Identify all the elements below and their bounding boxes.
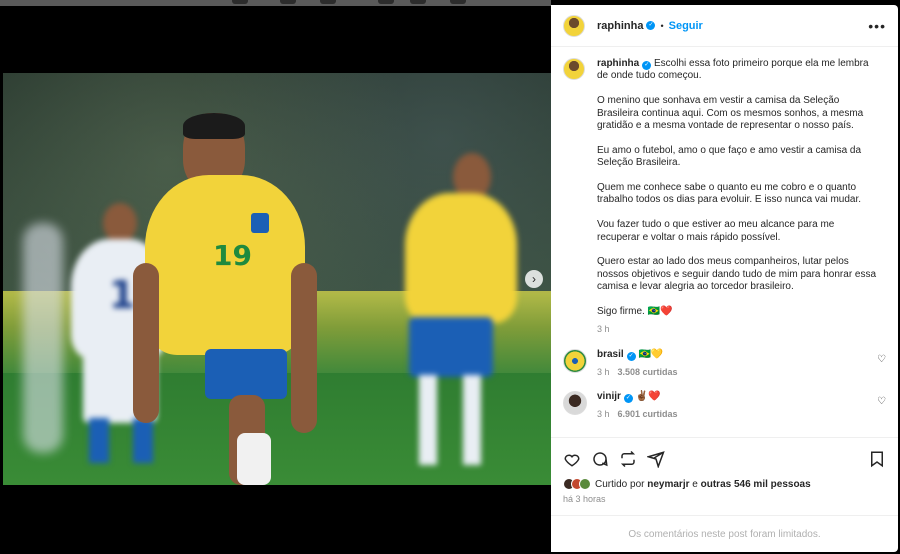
separator-dot: • (660, 20, 664, 31)
comment-text: ✌🏾❤️ (635, 391, 661, 403)
comment-likes[interactable]: 3.508 curtidas (618, 367, 678, 377)
teammate-player (383, 153, 523, 485)
caption-paragraph: Quem me conhece sabe o quanto eu me cobr… (597, 182, 862, 206)
comment-username[interactable]: vinijr (597, 391, 621, 402)
more-options-icon[interactable]: ••• (868, 18, 886, 34)
repost-icon[interactable] (619, 450, 637, 468)
likes-conjunction: e (692, 478, 698, 490)
caption-time: 3 h (597, 323, 610, 334)
avatar[interactable] (563, 14, 585, 37)
heart-icon[interactable] (563, 450, 581, 468)
caption-paragraph: Eu amo o futebol, amo o que faço e amo v… (597, 144, 862, 169)
likes-text: Curtido por neymarjr e outras 546 mil pe… (595, 479, 811, 490)
caption: raphinha ✓ Escolhi essa foto primeiro por… (563, 58, 886, 335)
caption-paragraph: Vou fazer tudo o que estiver ao meu alca… (597, 219, 835, 243)
comments-section: raphinha ✓ Escolhi essa foto primeiro por… (551, 48, 898, 436)
verified-badge-icon: ✓ (642, 61, 652, 70)
jersey-number: 19 (213, 239, 252, 272)
caption-paragraph: Quero estar ao lado dos meus companheiro… (597, 256, 877, 293)
carousel-next-button[interactable]: › (525, 270, 543, 288)
strip-nub (320, 0, 336, 4)
caption-paragraph: O menino que sonhava em vestir a camisa … (597, 95, 864, 132)
main-player: 19 (133, 113, 343, 485)
post-photo[interactable]: 10 19 (3, 73, 551, 485)
avatar[interactable] (563, 391, 587, 416)
comment-time: 3 h (597, 409, 610, 420)
post-actions: Curtido por neymarjr e outras 546 mil pe… (551, 437, 898, 504)
caption-username[interactable]: raphinha (597, 58, 639, 69)
liker-avatar (579, 478, 591, 490)
strip-nub (450, 0, 466, 4)
action-icons (563, 448, 886, 470)
verified-badge-icon: ✓ (626, 352, 636, 362)
cbf-crest-icon (251, 213, 269, 233)
avatar[interactable] (563, 58, 585, 80)
caption-body: raphinha ✓ Escolhi essa foto primeiro por… (597, 58, 879, 335)
header-username[interactable]: raphinha (597, 20, 643, 32)
post-media: 10 19 (3, 6, 551, 550)
bookmark-icon[interactable] (868, 450, 886, 468)
strip-nub (232, 0, 248, 4)
comment-like-heart-icon[interactable]: ♡ (877, 354, 886, 365)
post-time: há 3 horas (563, 494, 606, 504)
comment-icon[interactable] (591, 450, 609, 468)
comments-limited-notice: Os comentários neste post foram limitado… (551, 515, 898, 552)
verified-badge-icon: ✓ (623, 394, 633, 404)
strip-nub (410, 0, 426, 4)
comment-time: 3 h (597, 367, 610, 378)
comment-likes[interactable]: 6.901 curtidas (618, 409, 678, 419)
comment-text: 🇧🇷💛 (638, 349, 664, 361)
verified-badge-icon: ✓ (646, 21, 656, 30)
share-icon[interactable] (647, 450, 665, 468)
follow-button[interactable]: Seguir (669, 20, 703, 32)
likes-user[interactable]: neymarjr (647, 479, 689, 490)
likes-count[interactable]: outras 546 mil pessoas (701, 479, 811, 490)
strip-nub (280, 0, 296, 4)
comment-item: vinijr ✓ ✌🏾❤️ 3 h 6.901 curtidas ♡ (563, 391, 886, 419)
post-header: raphinha ✓ • Seguir ••• (551, 5, 898, 47)
post-sidebar: raphinha ✓ • Seguir ••• raphinha ✓ Escolh… (551, 5, 898, 552)
caption-paragraph: Sigo firme. 🇧🇷❤️ (597, 306, 673, 318)
comment-like-heart-icon[interactable]: ♡ (877, 396, 886, 407)
comment-item: brasil ✓ 🇧🇷💛 3 h 3.508 curtidas ♡ (563, 349, 886, 377)
likes-summary: Curtido por neymarjr e outras 546 mil pe… (563, 478, 886, 490)
far-player (23, 223, 63, 453)
avatar[interactable] (563, 349, 587, 374)
strip-nub (378, 0, 394, 4)
likes-prefix: Curtido por (595, 478, 645, 490)
comment-username[interactable]: brasil (597, 349, 624, 360)
